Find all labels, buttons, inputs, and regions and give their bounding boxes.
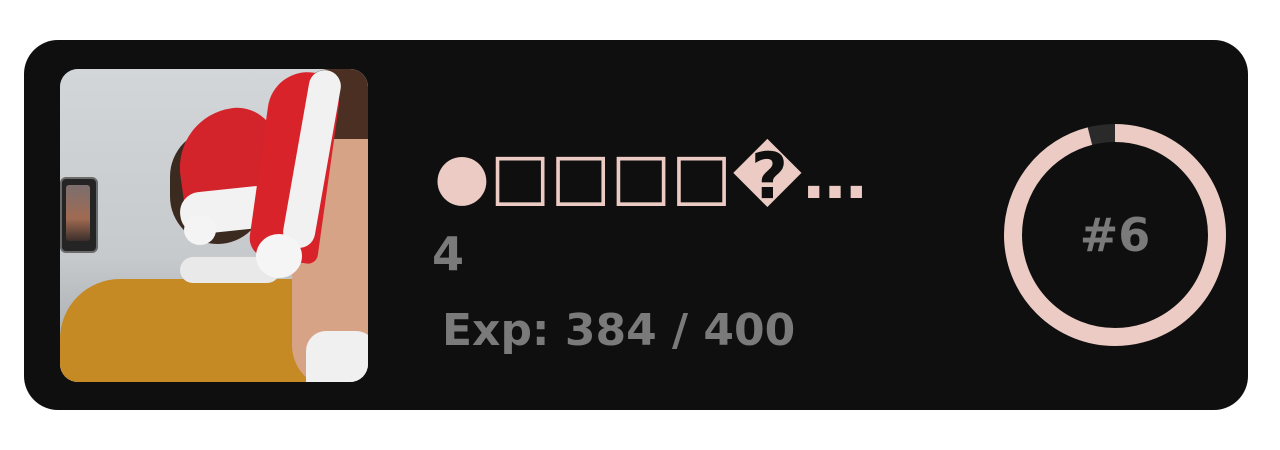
exp-text: Exp: 384 / 400 [442,305,796,356]
rank-label: #6 [1079,208,1151,262]
avatar [60,69,368,382]
rank-card: ●□□□□�… 4 Exp: 384 / 400 #6 [24,40,1248,410]
level-value: 4 [432,227,465,281]
rank-progress-ring: #6 [1002,122,1228,348]
user-name: ●□□□□�… [434,140,867,214]
